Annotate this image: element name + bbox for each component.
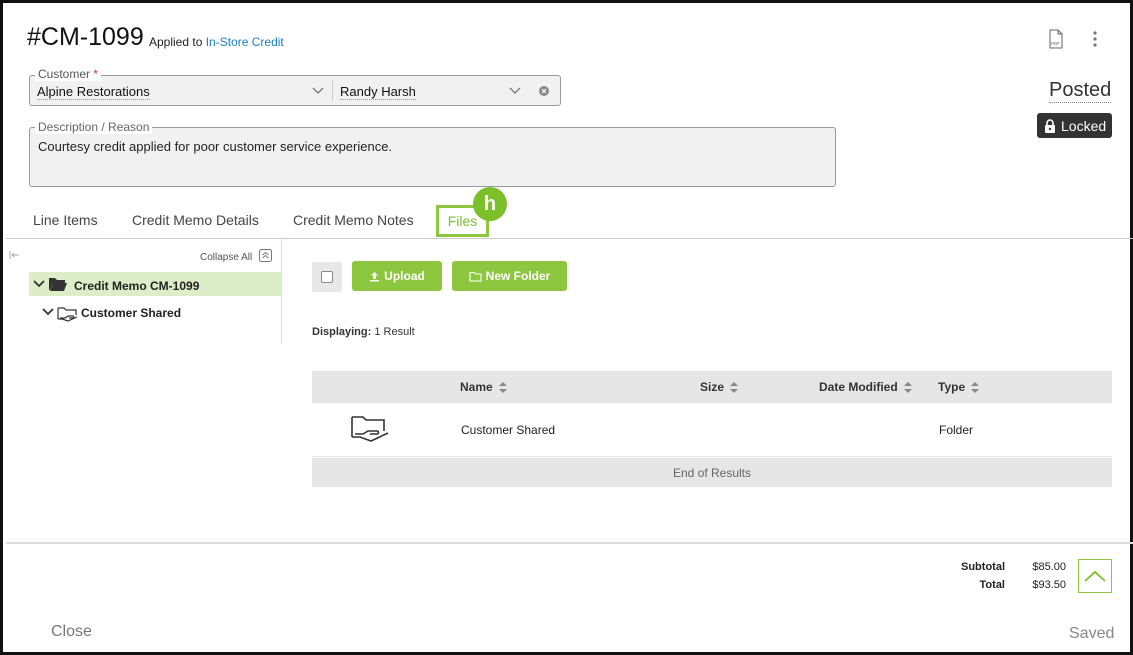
page-title: #CM-1099	[27, 23, 144, 51]
chevron-down-icon[interactable]	[311, 85, 325, 97]
customer-contact-select[interactable]: Randy Harsh	[340, 84, 416, 100]
subtotal-label: Subtotal	[961, 561, 1005, 573]
column-header-type[interactable]: Type	[938, 380, 980, 394]
description-label: Description / Reason	[35, 120, 153, 134]
total-value: $93.50	[1032, 579, 1066, 591]
shared-folder-icon[interactable]	[350, 413, 390, 445]
expand-totals-button[interactable]	[1078, 559, 1112, 593]
results-count: Displaying: 1 Result	[312, 326, 415, 338]
column-header-size[interactable]: Size	[700, 380, 739, 394]
more-vertical-icon[interactable]	[1087, 29, 1103, 49]
lock-icon	[1045, 118, 1055, 133]
column-header-date-modified[interactable]: Date Modified	[819, 380, 912, 394]
results-count-value: 1 Result	[374, 326, 415, 338]
description-value[interactable]: Courtesy credit applied for poor custome…	[38, 139, 392, 154]
applied-to-link[interactable]: In-Store Credit	[206, 35, 284, 49]
chevron-down-icon[interactable]	[33, 279, 45, 289]
saved-status: Saved	[1069, 625, 1115, 642]
tab-line-items[interactable]: Line Items	[33, 212, 98, 228]
upload-button[interactable]: Upload	[352, 261, 442, 291]
tree-item-label[interactable]: Credit Memo CM-1099	[74, 279, 199, 293]
customer-field-divider	[332, 80, 333, 101]
close-button[interactable]: Close	[51, 623, 92, 641]
tabs-divider	[6, 238, 1133, 239]
file-name[interactable]: Customer Shared	[461, 423, 555, 437]
new-folder-label: New Folder	[485, 269, 551, 283]
collapse-all-button[interactable]: Collapse All	[200, 252, 252, 263]
results-count-label: Displaying:	[312, 326, 372, 338]
end-of-results: End of Results	[312, 458, 1112, 487]
customer-label-text: Customer	[38, 67, 91, 81]
clear-icon[interactable]	[538, 85, 550, 97]
chevron-down-icon[interactable]	[42, 307, 54, 317]
pdf-icon[interactable]: PDF	[1047, 29, 1065, 49]
column-header-name[interactable]: Name	[460, 380, 507, 394]
column-header-label: Type	[938, 380, 966, 394]
locked-badge: Locked	[1037, 113, 1112, 138]
tree-item-label[interactable]: Customer Shared	[81, 306, 181, 320]
tab-credit-memo-details[interactable]: Credit Memo Details	[132, 212, 259, 228]
collapse-up-icon[interactable]	[259, 249, 272, 262]
column-header-label: Date Modified	[819, 380, 898, 394]
shared-folder-icon	[57, 307, 78, 322]
sort-icon[interactable]	[903, 381, 912, 393]
customer-company-select[interactable]: Alpine Restorations	[37, 84, 150, 100]
hint-badge[interactable]: h	[473, 187, 507, 221]
select-all-checkbox[interactable]	[312, 262, 342, 292]
collapse-panel-icon[interactable]	[9, 250, 20, 260]
sort-icon[interactable]	[730, 381, 739, 393]
new-folder-button[interactable]: New Folder	[452, 261, 567, 291]
column-header-label: Name	[460, 380, 493, 394]
customer-label: Customer *	[35, 67, 102, 81]
upload-label: Upload	[384, 269, 425, 283]
chevron-up-icon	[1084, 570, 1106, 582]
locked-label: Locked	[1061, 117, 1107, 134]
tree-divider	[281, 239, 282, 343]
chevron-down-icon[interactable]	[508, 85, 522, 97]
required-mark: *	[93, 67, 99, 81]
folder-open-icon	[49, 278, 67, 291]
footer-divider	[6, 542, 1133, 544]
svg-text:PDF: PDF	[1051, 41, 1060, 46]
description-field[interactable]	[29, 127, 836, 187]
table-row[interactable]	[312, 403, 1112, 457]
sort-icon[interactable]	[498, 381, 507, 393]
total-label: Total	[979, 579, 1005, 591]
upload-icon	[370, 271, 380, 281]
folder-icon	[469, 271, 482, 282]
credit-memo-window: #CM-1099 Applied to In-Store Credit PDF …	[0, 0, 1133, 655]
status-text: Posted	[1049, 79, 1112, 103]
tab-credit-memo-notes[interactable]: Credit Memo Notes	[293, 212, 414, 228]
subtotal-value: $85.00	[1032, 561, 1066, 573]
column-header-label: Size	[700, 380, 725, 394]
applied-prefix: Applied to	[149, 35, 203, 49]
applied-to-text: Applied to In-Store Credit	[149, 35, 284, 49]
file-type: Folder	[939, 423, 974, 437]
sort-icon[interactable]	[971, 381, 980, 393]
